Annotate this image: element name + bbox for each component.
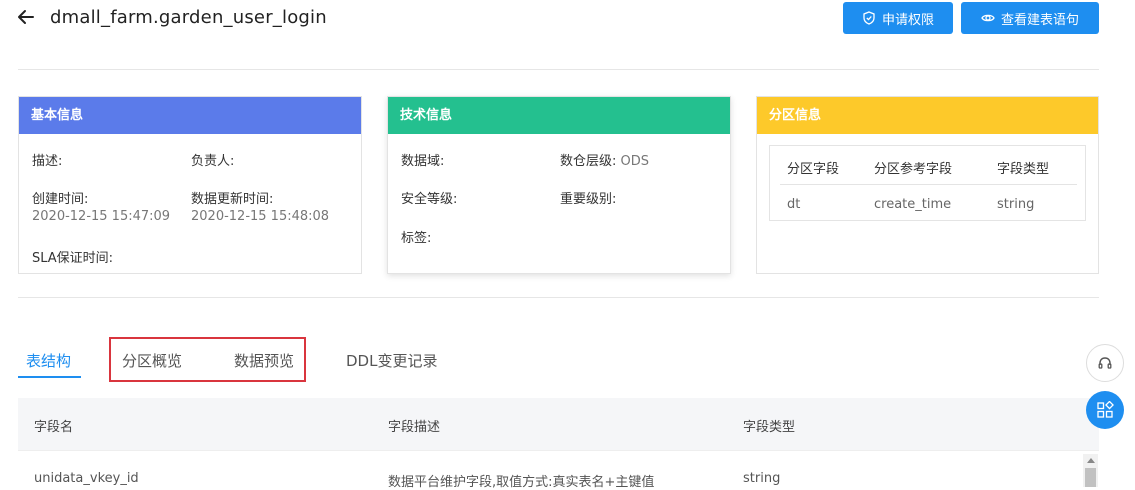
updated-time-value: 2020-12-15 15:48:08 (191, 209, 330, 224)
tags-label: 标签: (401, 231, 432, 246)
schema-col-header: 字段名 (34, 420, 74, 435)
highlight-annotation-box (109, 337, 306, 382)
created-time-value: 2020-12-15 15:47:09 (32, 209, 171, 224)
partition-info-card: 分区信息 分区字段 分区参考字段 字段类型 dt create_time str… (756, 96, 1099, 274)
back-arrow-icon[interactable] (16, 6, 36, 28)
importance-level-label: 重要级别: (560, 192, 617, 207)
description-label: 描述: (32, 154, 63, 169)
apps-menu-button[interactable] (1086, 391, 1124, 429)
apps-grid-icon (1097, 401, 1114, 418)
schema-col-header: 字段描述 (388, 420, 441, 435)
schema-cell: unidata_vkey_id (34, 471, 139, 486)
owner-label: 负责人: (191, 154, 235, 169)
scroll-up-arrow-icon[interactable] (1087, 458, 1095, 463)
table-row: unidata_vkey_id 数据平台维护字段,取值方式:真实表名+主键值 s… (18, 450, 1099, 490)
partition-cell: dt (787, 197, 801, 212)
header-divider (18, 69, 1099, 70)
partition-table: 分区字段 分区参考字段 字段类型 dt create_time string (769, 145, 1086, 221)
data-domain-label: 数据域: (401, 154, 445, 169)
tab-table-structure[interactable]: 表结构 (26, 350, 71, 371)
page-header: dmall_farm.garden_user_login 申请权限 查看建表语句 (0, 0, 1100, 40)
apply-permission-label: 申请权限 (881, 12, 934, 28)
updated-time-label: 数据更新时间: (191, 192, 274, 207)
partition-cell: create_time (874, 197, 952, 212)
support-button[interactable] (1086, 344, 1124, 382)
partition-info-title: 分区信息 (757, 97, 1098, 134)
basic-info-card: 基本信息 描述: 负责人: 创建时间: 2020-12-15 15:47:09 … (18, 96, 362, 274)
headset-icon (1098, 357, 1112, 369)
tab-ddl-history[interactable]: DDL变更记录 (346, 350, 437, 371)
tech-info-card: 技术信息 数据域: 数仓层级: ODS 安全等级: 重要级别: 标签: (387, 96, 731, 274)
schema-cell: 数据平台维护字段,取值方式:真实表名+主键值 (388, 475, 655, 490)
schema-table-header: 字段名 字段描述 字段类型 (18, 398, 1099, 450)
warehouse-layer-label: 数仓层级: ODS (560, 150, 649, 169)
created-time-label: 创建时间: (32, 192, 89, 207)
schema-cell: string (743, 471, 781, 486)
warehouse-layer-value: ODS (620, 154, 650, 169)
view-ddl-label: 查看建表语句 (1000, 12, 1079, 28)
partition-col-header: 分区参考字段 (874, 162, 953, 177)
shield-check-icon (863, 11, 875, 25)
security-level-label: 安全等级: (401, 192, 458, 207)
cards-divider (18, 297, 1099, 298)
tab-bar: 表结构 分区概览 数据预览 DDL变更记录 (18, 340, 618, 380)
partition-cell: string (997, 197, 1035, 212)
partition-col-header: 字段类型 (997, 162, 1050, 177)
page-title: dmall_farm.garden_user_login (50, 7, 327, 28)
schema-col-header: 字段类型 (743, 420, 796, 435)
apply-permission-button[interactable]: 申请权限 (843, 2, 953, 34)
view-ddl-button[interactable]: 查看建表语句 (961, 2, 1099, 34)
scrollbar-thumb[interactable] (1085, 468, 1096, 487)
partition-col-header: 分区字段 (787, 162, 840, 177)
partition-table-divider (780, 184, 1077, 185)
active-tab-underline (18, 376, 81, 378)
tech-info-title: 技术信息 (388, 97, 730, 134)
sla-label: SLA保证时间: (32, 251, 114, 266)
eye-icon (981, 14, 995, 22)
warehouse-layer-key: 数仓层级: (560, 154, 617, 169)
basic-info-title: 基本信息 (19, 97, 361, 134)
